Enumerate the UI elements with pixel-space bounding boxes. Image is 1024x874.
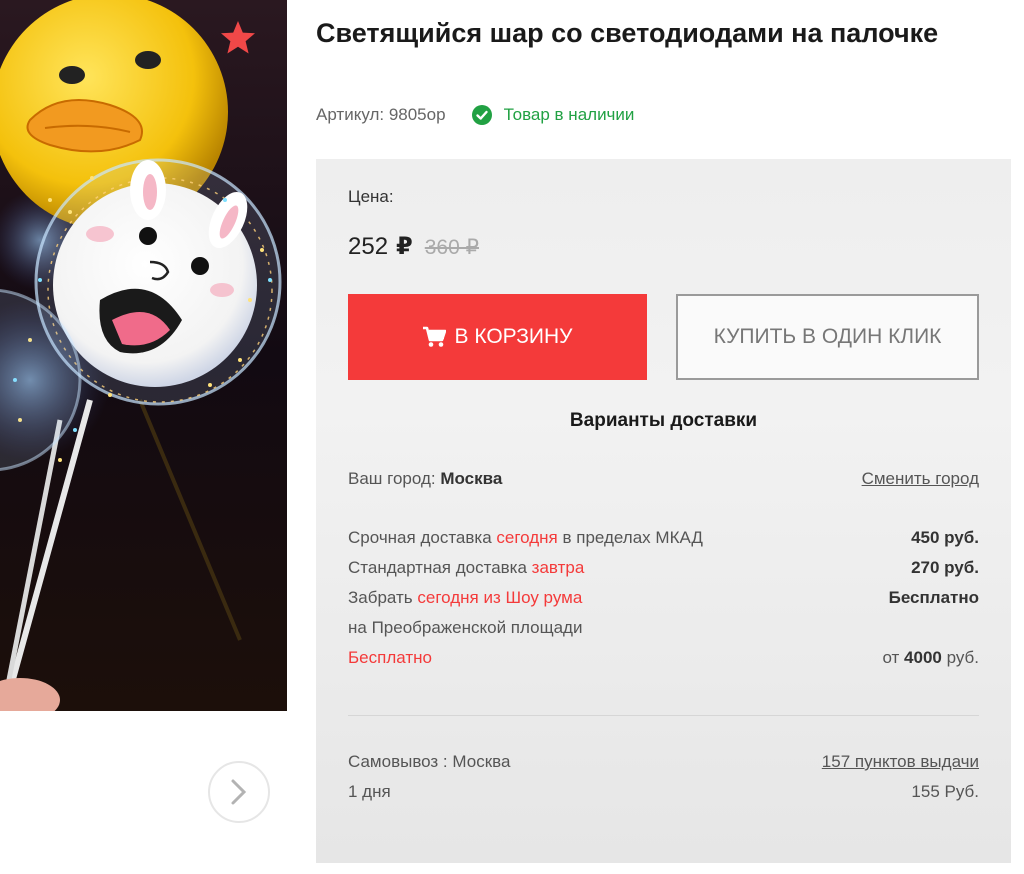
showroom-address-row: на Преображенской площади [348,618,979,638]
price-label: Цена: [348,187,394,206]
pickup-points-link[interactable]: 157 пунктов выдачи [822,752,979,772]
urgent-delivery-label: Срочная доставка сегодня в пределах МКАД [348,528,703,548]
add-to-cart-label: В КОРЗИНУ [454,325,573,348]
favorite-star-icon[interactable] [218,18,258,58]
urgent-post: в пределах МКАД [557,528,703,547]
standard-delivery-price: 270 руб. [911,558,979,577]
standard-pre: Стандартная доставка [348,558,532,577]
urgent-pre: Срочная доставка [348,528,497,547]
showroom-pickup-row: Забрать сегодня из Шоу рума Бесплатно [348,588,979,608]
self-pickup-terms-row: 1 дня 155 Руб. [348,782,979,802]
stock-label: Товар в наличии [503,105,635,124]
current-price: 252 [348,233,389,260]
chevron-right-icon [231,779,247,805]
delivery-title: Варианты доставки [569,410,758,431]
add-to-cart-button[interactable]: В КОРЗИНУ [348,294,647,380]
product-meta: Артикул: 9805ор Товар в наличии [316,103,634,127]
balloons-illustration [0,0,282,711]
free-pre: от [882,648,905,667]
old-price: 360 ₽ [424,236,479,259]
showroom-highlight: сегодня из Шоу рума [417,588,583,607]
self-pickup-price: 155 Руб. [911,782,979,801]
free-delivery-threshold: от 4000 руб. [882,648,979,668]
standard-delivery-label: Стандартная доставка завтра [348,558,584,578]
self-pickup-days: 1 дня [348,782,391,801]
purchase-panel: Цена: 252 ₽ 360 ₽ В КОРЗИНУ КУПИТЬ В ОДИ… [316,159,1011,863]
divider [348,715,979,716]
standard-highlight: завтра [531,558,585,577]
free-post: руб. [941,648,979,667]
showroom-address: на Преображенской площади [348,618,583,637]
standard-delivery-row: Стандартная доставка завтра 270 руб. [348,558,979,578]
showroom-pickup-label: Забрать сегодня из Шоу рума [348,588,582,608]
currency-symbol: ₽ [396,233,413,260]
free-value: 4000 [904,648,942,667]
showroom-pre: Забрать [348,588,418,607]
urgent-delivery-price: 450 руб. [911,528,979,547]
cart-icon [423,326,447,347]
free-delivery-row: Бесплатно от 4000 руб. [348,648,979,668]
city-row: Ваш город: Москва Сменить город [348,469,979,489]
stock-status: Товар в наличии [471,105,635,125]
showroom-pickup-price: Бесплатно [888,588,979,607]
free-delivery-label: Бесплатно [348,648,432,667]
self-pickup-row: Самовывоз : Москва 157 пунктов выдачи [348,752,979,772]
city-name: Москва [440,469,503,488]
city-info: Ваш город: Москва [348,469,502,489]
self-pickup-label: Самовывоз : Москва [348,752,511,771]
sku: Артикул: 9805ор [316,105,446,124]
urgent-delivery-row: Срочная доставка сегодня в пределах МКАД… [348,528,979,548]
change-city-link[interactable]: Сменить город [862,469,979,489]
product-image[interactable] [0,0,287,711]
city-label: Ваш город: [348,469,436,488]
buy-one-click-button[interactable]: КУПИТЬ В ОДИН КЛИК [676,294,979,380]
next-image-button[interactable] [208,761,270,823]
check-circle-icon [471,105,492,125]
urgent-highlight: сегодня [496,528,558,547]
price: 252 ₽ 360 ₽ [348,232,479,261]
product-title: Светящийся шар со светодиодами на палочк… [316,18,939,48]
